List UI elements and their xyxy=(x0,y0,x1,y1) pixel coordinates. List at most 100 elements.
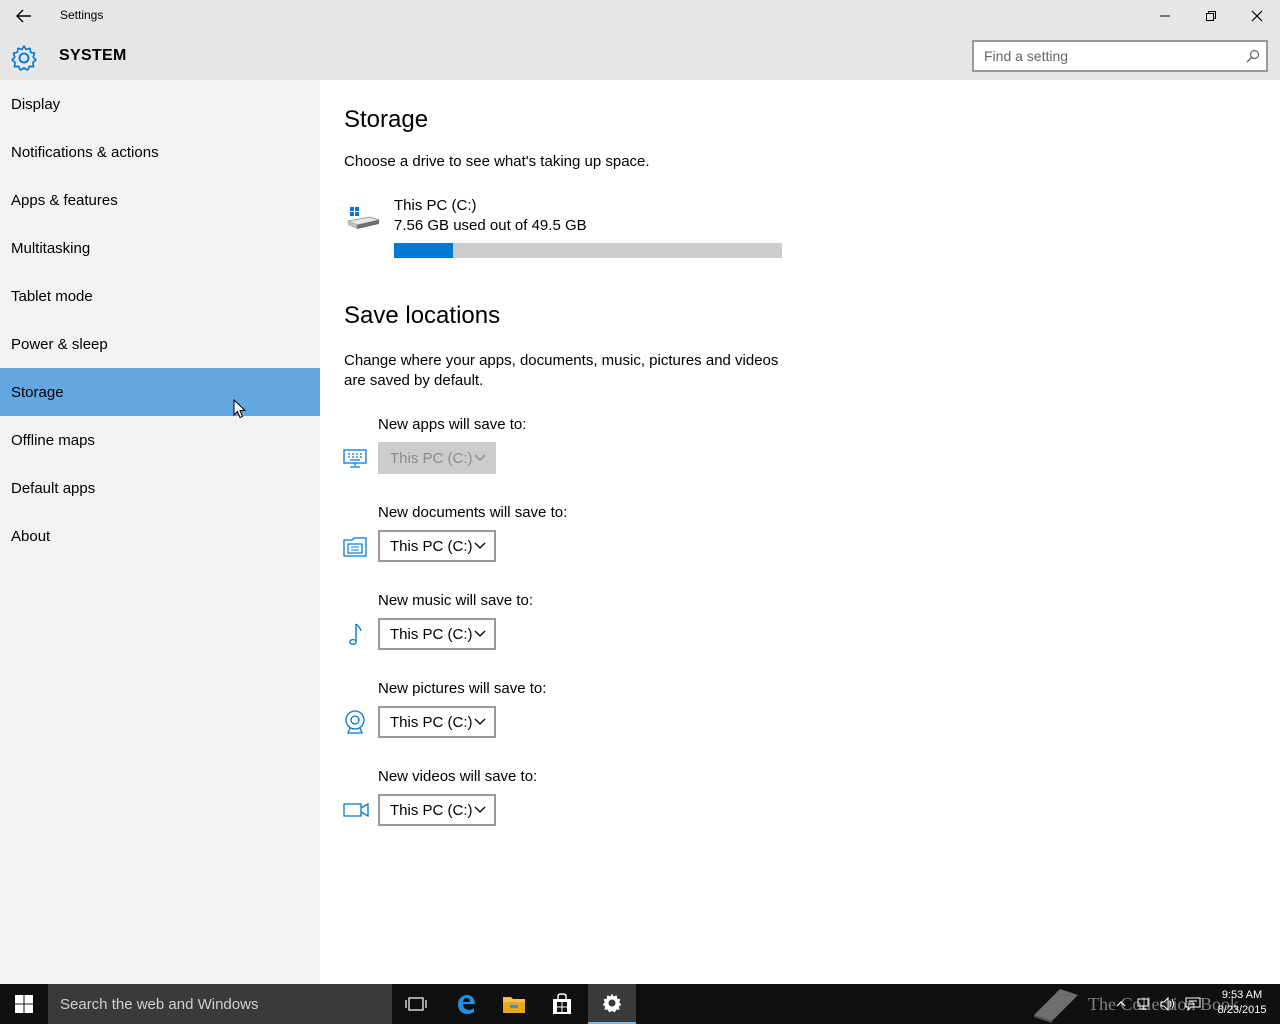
action-center-button[interactable] xyxy=(1182,984,1204,1024)
music-save-label: New music will save to: xyxy=(378,592,534,609)
sidebar-item-label: Power & sleep xyxy=(11,335,108,353)
drive-name[interactable]: This PC (C:) xyxy=(394,197,477,214)
sidebar-item-power-sleep[interactable]: Power & sleep xyxy=(0,320,320,368)
pictures-save-dropdown[interactable]: This PC (C:) xyxy=(378,706,496,738)
pictures-save-value: This PC (C:) xyxy=(390,713,473,731)
store-icon xyxy=(553,993,571,1014)
documents-save-dropdown[interactable]: This PC (C:) xyxy=(378,530,496,562)
close-button[interactable] xyxy=(1234,0,1280,32)
file-explorer-button[interactable] xyxy=(490,984,538,1024)
volume-button[interactable] xyxy=(1158,984,1178,1024)
section-title: SYSTEM xyxy=(59,47,127,64)
search-icon[interactable] xyxy=(1246,49,1260,63)
close-icon xyxy=(1251,10,1263,22)
task-view-icon xyxy=(405,997,427,1011)
minimize-button[interactable] xyxy=(1142,0,1188,32)
edge-icon xyxy=(458,995,475,1014)
videos-save-label: New videos will save to: xyxy=(378,768,538,785)
network-icon xyxy=(1137,998,1149,1010)
apps-save-label: New apps will save to: xyxy=(378,416,527,433)
window-title: Settings xyxy=(60,8,104,22)
drive-icon[interactable] xyxy=(346,204,380,232)
settings-icon xyxy=(602,993,622,1013)
show-hidden-icons-button[interactable] xyxy=(1112,984,1130,1024)
taskbar: Search the web and Windows The Collectio… xyxy=(0,984,1280,1024)
sidebar-item-storage[interactable]: Storage xyxy=(0,368,320,416)
sidebar-item-label: Storage xyxy=(11,383,64,401)
taskbar-search-placeholder: Search the web and Windows xyxy=(60,995,259,1013)
sidebar-item-label: Notifications & actions xyxy=(11,143,159,161)
chevron-down-icon xyxy=(474,718,486,725)
sidebar-item-apps-features[interactable]: Apps & features xyxy=(0,176,320,224)
drive-usage: 7.56 GB used out of 49.5 GB xyxy=(394,217,587,234)
windows-start-icon xyxy=(15,995,33,1013)
edge-button[interactable] xyxy=(442,984,490,1024)
documents-save-value: This PC (C:) xyxy=(390,537,473,555)
videos-save-value: This PC (C:) xyxy=(390,801,473,819)
music-save-dropdown[interactable]: This PC (C:) xyxy=(378,618,496,650)
music-note-icon xyxy=(349,623,362,646)
storage-description: Choose a drive to see what's taking up s… xyxy=(344,153,650,170)
video-camera-icon xyxy=(343,802,369,818)
sidebar: Display Notifications & actions Apps & f… xyxy=(0,80,320,984)
volume-icon xyxy=(1160,997,1174,1011)
restore-icon xyxy=(1206,11,1216,21)
minimize-icon xyxy=(1160,15,1170,17)
sidebar-item-tablet-mode[interactable]: Tablet mode xyxy=(0,272,320,320)
gear-icon xyxy=(11,45,37,71)
back-arrow-icon xyxy=(16,9,31,23)
book-logo-icon xyxy=(1034,989,1078,1023)
chevron-down-icon xyxy=(474,806,486,813)
clock-date: 8/23/2015 xyxy=(1217,1004,1267,1016)
chevron-down-icon xyxy=(474,630,486,637)
apps-save-dropdown[interactable]: This PC (C:) xyxy=(378,442,496,474)
document-folder-icon xyxy=(343,537,367,557)
mouse-cursor-icon xyxy=(233,399,247,419)
taskbar-search-box[interactable]: Search the web and Windows xyxy=(48,984,392,1024)
chevron-up-icon xyxy=(1116,1001,1126,1007)
save-locations-heading: Save locations xyxy=(344,302,501,329)
restore-button[interactable] xyxy=(1188,0,1234,32)
sidebar-item-label: Multitasking xyxy=(11,239,91,257)
clock[interactable]: 9:53 AM 8/23/2015 xyxy=(1210,988,1274,1018)
sidebar-item-label: About xyxy=(11,527,51,545)
chevron-down-icon xyxy=(474,454,486,461)
header: SYSTEM xyxy=(0,32,1280,80)
sidebar-item-default-apps[interactable]: Default apps xyxy=(0,464,320,512)
drive-usage-bar xyxy=(394,243,782,258)
storage-heading: Storage xyxy=(344,106,429,133)
monitor-keyboard-icon xyxy=(343,449,367,468)
sidebar-item-multitasking[interactable]: Multitasking xyxy=(0,224,320,272)
apps-save-value: This PC (C:) xyxy=(390,449,473,467)
store-button[interactable] xyxy=(538,984,586,1024)
find-setting-input[interactable] xyxy=(974,42,1224,70)
sidebar-item-label: Offline maps xyxy=(11,431,95,449)
sidebar-item-display[interactable]: Display xyxy=(0,80,320,128)
find-setting-search-box[interactable] xyxy=(972,40,1268,72)
action-center-icon xyxy=(1185,997,1201,1011)
network-button[interactable] xyxy=(1134,984,1154,1024)
sidebar-item-offline-maps[interactable]: Offline maps xyxy=(0,416,320,464)
pictures-save-label: New pictures will save to: xyxy=(378,680,547,697)
save-locations-description: Change where your apps, documents, music… xyxy=(344,352,779,389)
sidebar-item-label: Default apps xyxy=(11,479,96,497)
main-content: Storage Choose a drive to see what's tak… xyxy=(320,80,1280,984)
sidebar-item-about[interactable]: About xyxy=(0,512,320,560)
sidebar-item-label: Display xyxy=(11,95,61,113)
sidebar-item-notifications-actions[interactable]: Notifications & actions xyxy=(0,128,320,176)
chevron-down-icon xyxy=(474,542,486,549)
music-save-value: This PC (C:) xyxy=(390,625,473,643)
documents-save-label: New documents will save to: xyxy=(378,504,568,521)
sidebar-item-label: Apps & features xyxy=(11,191,118,209)
start-button[interactable] xyxy=(0,984,48,1024)
sidebar-item-label: Tablet mode xyxy=(11,287,93,305)
title-bar: Settings xyxy=(0,0,1280,32)
back-button[interactable] xyxy=(0,0,48,32)
clock-time: 9:53 AM xyxy=(1221,989,1263,1001)
webcam-icon xyxy=(345,710,365,734)
settings-taskbar-button[interactable] xyxy=(588,984,636,1024)
task-view-button[interactable] xyxy=(392,984,440,1024)
file-explorer-icon xyxy=(503,997,525,1013)
drive-usage-fill xyxy=(394,243,454,258)
videos-save-dropdown[interactable]: This PC (C:) xyxy=(378,794,496,826)
